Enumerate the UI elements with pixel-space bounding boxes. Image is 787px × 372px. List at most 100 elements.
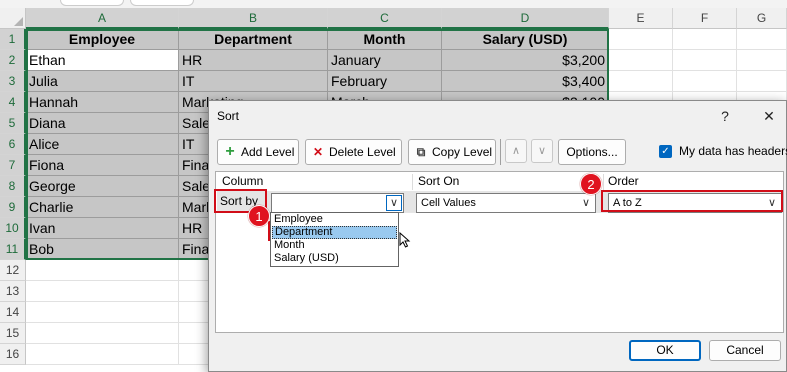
close-button[interactable]: ✕ xyxy=(757,105,781,127)
empty-cell[interactable] xyxy=(737,50,787,71)
column-header-d[interactable]: D xyxy=(442,8,609,29)
row-header[interactable]: 15 xyxy=(0,323,26,344)
empty-cell[interactable] xyxy=(673,71,737,92)
header-cell[interactable]: Department xyxy=(179,29,328,50)
select-all-corner[interactable] xyxy=(0,8,26,29)
delete-level-label: Delete Level xyxy=(329,145,396,159)
copy-level-label: Copy Level xyxy=(432,145,493,159)
row-header[interactable]: 2 xyxy=(0,50,26,71)
empty-cell[interactable] xyxy=(26,344,179,365)
column-header-f[interactable]: F xyxy=(673,8,737,29)
table-cell[interactable]: February xyxy=(328,71,442,92)
empty-cell[interactable] xyxy=(737,29,787,50)
ok-button[interactable]: OK xyxy=(629,340,701,361)
column-header-e[interactable]: E xyxy=(609,8,673,29)
row-header[interactable]: 13 xyxy=(0,281,26,302)
add-level-label: Add Level xyxy=(241,145,295,159)
copy-level-button[interactable]: ⧉ Copy Level xyxy=(408,139,496,165)
toolbar-separator xyxy=(500,139,501,165)
empty-cell[interactable] xyxy=(26,281,179,302)
delete-level-button[interactable]: ✕ Delete Level xyxy=(305,139,402,165)
table-cell[interactable]: IT xyxy=(179,71,328,92)
headers-checkbox-label: My data has headers xyxy=(679,144,787,158)
plus-icon: + xyxy=(225,143,235,160)
move-up-button[interactable]: ∧ xyxy=(505,139,527,163)
sort-on-select[interactable]: Cell Values ∨ xyxy=(416,193,596,213)
chevron-down-icon[interactable]: ∨ xyxy=(578,195,594,211)
dialog-title: Sort xyxy=(217,109,240,123)
options-button[interactable]: Options... xyxy=(558,139,626,165)
empty-cell[interactable] xyxy=(609,71,673,92)
column-header-label: Column xyxy=(222,174,264,188)
sort-on-header-label: Sort On xyxy=(418,174,460,188)
ribbon-edge xyxy=(0,0,787,8)
table-cell[interactable]: Ethan xyxy=(26,50,179,71)
sort-dialog: Sort ? ✕ + Add Level ✕ Delete Level ⧉ Copy … xyxy=(208,100,787,372)
header-cell[interactable]: Salary (USD) xyxy=(442,29,609,50)
table-cell[interactable]: $3,200 xyxy=(442,50,609,71)
dropdown-option-department[interactable]: Department xyxy=(272,226,397,239)
move-down-button[interactable]: ∨ xyxy=(531,139,553,163)
copy-icon: ⧉ xyxy=(416,145,426,159)
column-header-a[interactable]: A xyxy=(26,8,179,29)
row-header[interactable]: 16 xyxy=(0,344,26,365)
empty-cell[interactable] xyxy=(609,29,673,50)
delete-x-icon: ✕ xyxy=(312,145,324,159)
step-badge-1: 1 xyxy=(248,205,270,227)
order-header-label: Order xyxy=(608,174,639,188)
empty-cell[interactable] xyxy=(26,323,179,344)
table-cell[interactable]: George xyxy=(26,176,179,197)
row-header[interactable]: 9 xyxy=(0,197,26,218)
list-header-separator xyxy=(412,174,413,190)
row-header[interactable]: 12 xyxy=(0,260,26,281)
headers-checkbox[interactable]: ✓ xyxy=(659,145,672,158)
row-header[interactable]: 6 xyxy=(0,134,26,155)
dropdown-option-month[interactable]: Month xyxy=(272,239,397,252)
empty-cell[interactable] xyxy=(609,50,673,71)
sort-on-select-value: Cell Values xyxy=(421,197,476,209)
row-header[interactable]: 7 xyxy=(0,155,26,176)
help-button[interactable]: ? xyxy=(713,105,737,127)
column-header-g[interactable]: G xyxy=(737,8,787,29)
empty-cell[interactable] xyxy=(673,50,737,71)
empty-cell[interactable] xyxy=(673,29,737,50)
row-header[interactable]: 3 xyxy=(0,71,26,92)
table-cell[interactable]: Julia xyxy=(26,71,179,92)
row-header[interactable]: 8 xyxy=(0,176,26,197)
table-cell[interactable]: Bob xyxy=(26,239,179,260)
table-cell[interactable]: HR xyxy=(179,50,328,71)
row-header[interactable]: 10 xyxy=(0,218,26,239)
row-header[interactable]: 11 xyxy=(0,239,26,260)
table-cell[interactable]: $3,400 xyxy=(442,71,609,92)
table-cell[interactable]: Charlie xyxy=(26,197,179,218)
dropdown-option-salary[interactable]: Salary (USD) xyxy=(272,252,397,265)
add-level-button[interactable]: + Add Level xyxy=(217,139,299,165)
list-header-separator xyxy=(603,174,604,190)
table-cell[interactable]: Ivan xyxy=(26,218,179,239)
header-cell[interactable]: Month xyxy=(328,29,442,50)
order-select-value: A to Z xyxy=(613,197,642,209)
chevron-down-icon[interactable]: ∨ xyxy=(764,195,780,211)
column-header-c[interactable]: C xyxy=(328,8,442,29)
row-header[interactable]: 5 xyxy=(0,113,26,134)
empty-cell[interactable] xyxy=(26,260,179,281)
empty-cell[interactable] xyxy=(737,71,787,92)
row-header[interactable]: 1 xyxy=(0,29,26,50)
chevron-down-icon[interactable]: ∨ xyxy=(386,195,402,211)
empty-cell[interactable] xyxy=(26,302,179,323)
table-cell[interactable]: January xyxy=(328,50,442,71)
table-cell[interactable]: Fiona xyxy=(26,155,179,176)
header-cell[interactable]: Employee xyxy=(26,29,179,50)
column-select[interactable]: ∨ xyxy=(271,193,404,213)
row-header[interactable]: 4 xyxy=(0,92,26,113)
column-dropdown-list: Employee Department Month Salary (USD) xyxy=(270,212,399,267)
row-header[interactable]: 14 xyxy=(0,302,26,323)
table-cell[interactable]: Hannah xyxy=(26,92,179,113)
dropdown-option-employee[interactable]: Employee xyxy=(272,213,397,226)
table-cell[interactable]: Alice xyxy=(26,134,179,155)
column-header-b[interactable]: B xyxy=(179,8,328,29)
mouse-pointer-icon xyxy=(399,232,411,248)
cancel-button[interactable]: Cancel xyxy=(709,340,781,361)
order-select[interactable]: A to Z ∨ xyxy=(608,193,782,213)
table-cell[interactable]: Diana xyxy=(26,113,179,134)
